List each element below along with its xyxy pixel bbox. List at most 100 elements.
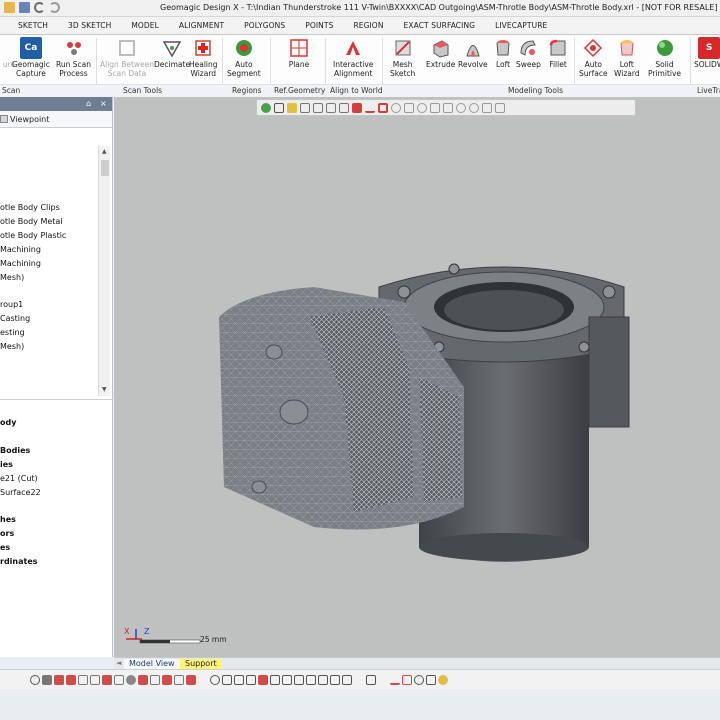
measure-area-icon[interactable] xyxy=(426,674,436,685)
tab-model-view[interactable]: Model View xyxy=(124,659,180,669)
view-cube-icon[interactable] xyxy=(274,102,284,113)
filter-icon[interactable] xyxy=(495,102,505,113)
fill-select-icon[interactable] xyxy=(456,102,466,113)
geomagic-capture-button[interactable]: Ca Geomagic Capture xyxy=(12,37,50,78)
list-item[interactable]: ies xyxy=(0,460,13,469)
list-item[interactable]: Mesh) xyxy=(0,273,24,282)
solidworks-button[interactable]: S SOLIDW xyxy=(694,37,720,70)
sweep-button[interactable]: Sweep xyxy=(516,37,541,70)
view-grid-icon[interactable] xyxy=(318,674,328,685)
extend-select-icon[interactable] xyxy=(469,102,479,113)
list-item[interactable]: Bodies xyxy=(0,446,30,455)
view-display-icon[interactable] xyxy=(210,674,220,685)
plane-button[interactable]: Plane xyxy=(288,37,310,70)
view-points-icon[interactable] xyxy=(282,674,292,685)
filter-edge-icon[interactable] xyxy=(78,674,88,685)
align-between-scan-data-button[interactable]: Align Between Scan Data xyxy=(100,37,154,78)
interactive-alignment-button[interactable]: Interactive Alignment xyxy=(333,37,373,78)
paint-select-icon[interactable] xyxy=(417,102,427,113)
scroll-thumb[interactable] xyxy=(101,160,109,176)
filter-point-icon[interactable] xyxy=(126,674,136,685)
polyline-select-icon[interactable] xyxy=(404,102,414,113)
tab-scroll-left-icon[interactable]: ◄ xyxy=(116,659,121,667)
scroll-up-icon[interactable]: ▲ xyxy=(102,148,107,155)
view-curv-icon[interactable] xyxy=(294,674,304,685)
healing-wizard-button[interactable]: Healing Wizard xyxy=(189,37,218,78)
tab-polygons[interactable]: POLYGONS xyxy=(234,21,295,34)
circle-select-icon[interactable] xyxy=(391,102,401,113)
loft-wizard-button[interactable]: Loft Wizard xyxy=(614,37,640,78)
view-shade-icon[interactable] xyxy=(234,674,244,685)
view-dev-icon[interactable] xyxy=(306,674,316,685)
view-wire-icon[interactable] xyxy=(222,674,232,685)
list-item[interactable]: Machining xyxy=(0,245,41,254)
tab-livecapture[interactable]: LIVECAPTURE xyxy=(485,21,557,34)
view-orient-icon[interactable] xyxy=(261,102,271,113)
undo-icon[interactable] xyxy=(34,2,45,13)
view-back-icon[interactable] xyxy=(326,102,336,113)
view-mesh-icon[interactable] xyxy=(270,674,280,685)
list-item[interactable]: es xyxy=(0,543,10,552)
view-front-icon[interactable] xyxy=(313,102,323,113)
auto-segment-button[interactable]: Auto Segment xyxy=(227,37,261,78)
tab-3d-sketch[interactable]: 3D SKETCH xyxy=(58,21,121,34)
tab-exact-surfacing[interactable]: EXACT SURFACING xyxy=(394,21,486,34)
filter-axis-icon[interactable] xyxy=(162,674,172,685)
filter-ref-icon[interactable] xyxy=(138,674,148,685)
panel-divider[interactable] xyxy=(0,399,113,400)
open-icon[interactable] xyxy=(4,2,15,13)
filter-body-icon[interactable] xyxy=(102,674,112,685)
list-item[interactable]: Mesh) xyxy=(0,342,24,351)
mesh-sketch-button[interactable]: Mesh Sketch xyxy=(390,37,415,78)
list-item[interactable]: otle Body Plastic xyxy=(0,231,66,240)
view-xray-icon[interactable] xyxy=(246,674,256,685)
solid-primitive-button[interactable]: Solid Primitive xyxy=(648,37,681,78)
brush-select-icon[interactable] xyxy=(443,102,453,113)
filter-plane-icon[interactable] xyxy=(150,674,160,685)
fillet-button[interactable]: Fillet xyxy=(547,37,569,70)
measure-angle-icon[interactable] xyxy=(402,674,412,685)
tab-points[interactable]: POINTS xyxy=(295,21,343,34)
decimate-button[interactable]: Decimate xyxy=(154,37,190,70)
revolve-button[interactable]: Revolve xyxy=(458,37,488,70)
rect-select-icon[interactable] xyxy=(378,102,388,113)
tab-alignment[interactable]: ALIGNMENT xyxy=(169,21,234,34)
model-viewport[interactable]: X Z 25 mm xyxy=(114,97,720,657)
view-section-icon[interactable] xyxy=(258,674,268,685)
list-item[interactable]: ody xyxy=(0,418,16,427)
run-scan-process-button[interactable]: Run Scan Process xyxy=(56,37,91,78)
accuracy-analyzer-icon[interactable] xyxy=(438,674,448,685)
list-item[interactable]: e21 (Cut) xyxy=(0,474,38,483)
list-item[interactable]: roup1 xyxy=(0,300,23,309)
list-item[interactable]: esting xyxy=(0,328,25,337)
pin-icon[interactable]: ⌂ xyxy=(86,99,91,108)
render-mode-icon[interactable] xyxy=(287,102,297,113)
filter-mesh-icon[interactable] xyxy=(42,674,52,685)
tab-region[interactable]: REGION xyxy=(343,21,393,34)
lasso-select-icon[interactable] xyxy=(430,102,440,113)
filter-region-icon[interactable] xyxy=(54,674,64,685)
filter-csys-icon[interactable] xyxy=(174,674,184,685)
extrude-button[interactable]: Extrude xyxy=(426,37,455,70)
list-item[interactable]: Casting xyxy=(0,314,30,323)
visible-select-icon[interactable] xyxy=(482,102,492,113)
filter-vertex-icon[interactable] xyxy=(90,674,100,685)
layout-icon[interactable] xyxy=(366,674,376,685)
scroll-down-icon[interactable]: ▼ xyxy=(102,386,107,393)
select-box-icon[interactable] xyxy=(300,102,310,113)
view-note-icon[interactable] xyxy=(342,674,352,685)
section-icon[interactable] xyxy=(352,102,362,113)
tab-sketch[interactable]: SKETCH xyxy=(0,21,58,34)
filter-face-icon[interactable] xyxy=(66,674,76,685)
measure-radius-icon[interactable] xyxy=(414,674,424,685)
tree-scrollbar[interactable]: ▲ ▼ xyxy=(98,146,110,396)
line-select-icon[interactable] xyxy=(365,103,375,113)
throttle-body-model[interactable] xyxy=(204,247,664,577)
save-icon[interactable] xyxy=(19,2,30,13)
list-item[interactable]: otle Body Metal xyxy=(0,217,63,226)
list-item[interactable]: Machining xyxy=(0,259,41,268)
list-item[interactable]: hes xyxy=(0,515,16,524)
auto-surface-button[interactable]: Auto Surface xyxy=(579,37,608,78)
list-item[interactable]: Surface22 xyxy=(0,488,41,497)
loft-button[interactable]: Loft xyxy=(492,37,514,70)
